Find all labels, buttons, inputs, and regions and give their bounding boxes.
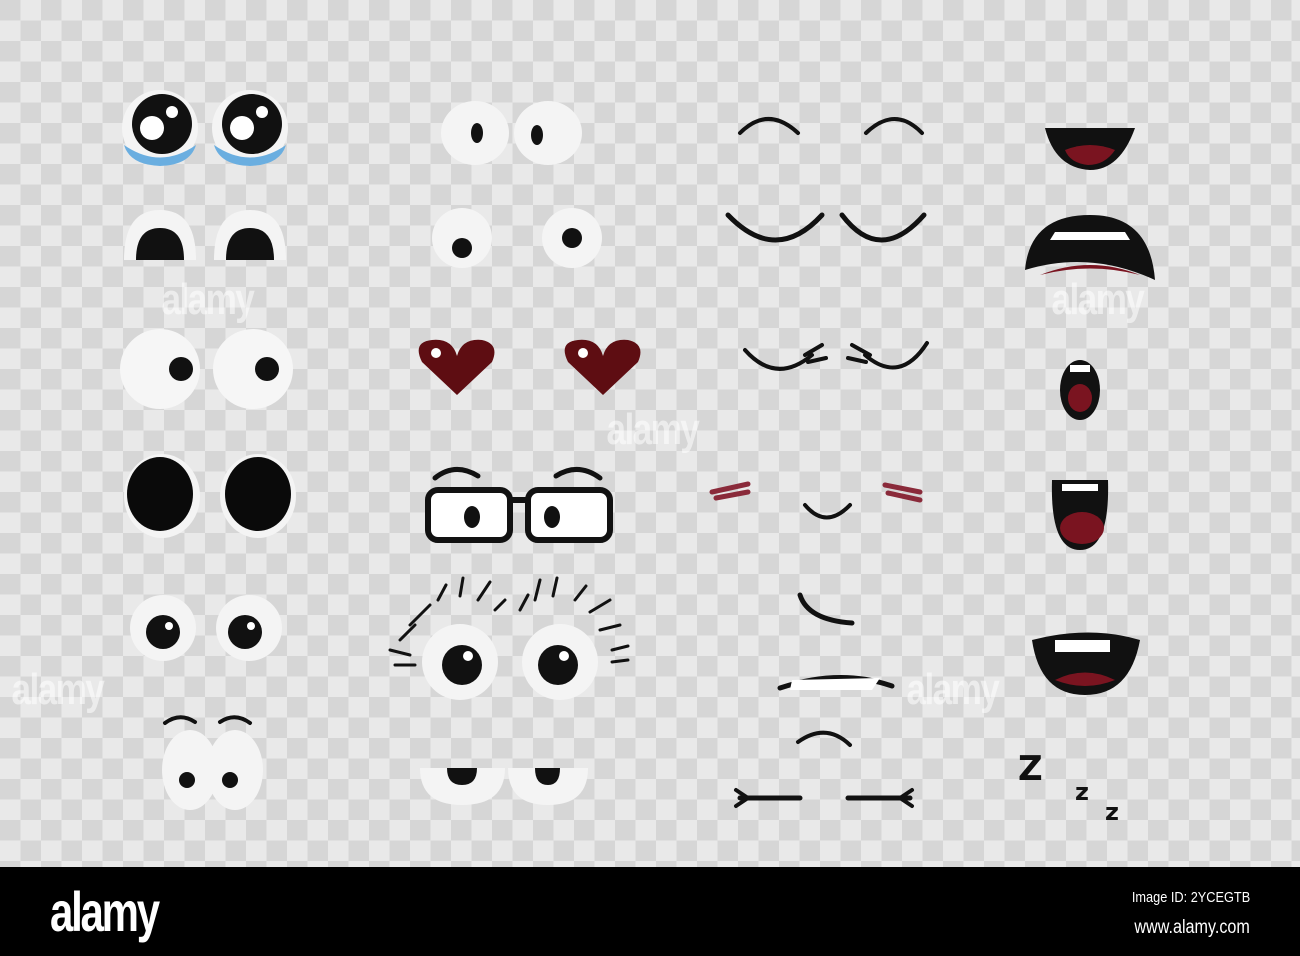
teary-eyes bbox=[122, 90, 288, 166]
black-oval-eyes bbox=[124, 454, 296, 538]
o-mouth bbox=[1060, 360, 1100, 420]
sleepy-half-eyes bbox=[420, 768, 588, 805]
oval-eyes bbox=[441, 101, 582, 165]
alamy-logo: alamy bbox=[50, 880, 160, 943]
footer-bar: alamy Image ID: 2YCEGTB www.alamy.com bbox=[0, 867, 1300, 956]
blush-cheeks bbox=[709, 481, 923, 503]
watermark: alamy bbox=[161, 275, 254, 324]
sleep-zzz: Z z z bbox=[1018, 749, 1119, 826]
svg-text:z: z bbox=[1105, 798, 1119, 826]
squint-face bbox=[734, 730, 914, 808]
smirk-face bbox=[777, 592, 895, 691]
heart-eyes bbox=[418, 339, 641, 395]
wide-eyes bbox=[120, 329, 293, 409]
happy-closed-eyes bbox=[738, 117, 924, 135]
round-eyes bbox=[130, 595, 282, 661]
worried-eyes bbox=[162, 715, 263, 810]
smile-nose bbox=[803, 503, 852, 520]
small-pupil-eyes bbox=[432, 208, 602, 268]
grin-mouth bbox=[1032, 632, 1140, 695]
tongue-mouth bbox=[1051, 480, 1109, 550]
closed-eyes bbox=[725, 212, 927, 243]
svg-text:Z: Z bbox=[1018, 749, 1043, 789]
eyelash-eyes bbox=[388, 576, 630, 700]
half-moon-eyes bbox=[124, 210, 286, 260]
watermark: alamy bbox=[11, 665, 104, 714]
lashed-closed-eyes bbox=[743, 341, 929, 371]
smile-mouth bbox=[1045, 128, 1135, 170]
watermark: alamy bbox=[1051, 275, 1144, 324]
watermark: alamy bbox=[606, 405, 699, 454]
shout-mouth bbox=[1025, 215, 1155, 280]
glasses-eyes bbox=[425, 467, 613, 543]
site-url: www.alamy.com bbox=[1134, 917, 1250, 938]
svg-text:z: z bbox=[1075, 778, 1089, 806]
image-id: Image ID: 2YCEGTB bbox=[1131, 889, 1250, 906]
watermark: alamy bbox=[906, 665, 999, 714]
transparent-checker-background: Z z z alamy alamy alamy alamy alamy bbox=[0, 0, 1300, 867]
